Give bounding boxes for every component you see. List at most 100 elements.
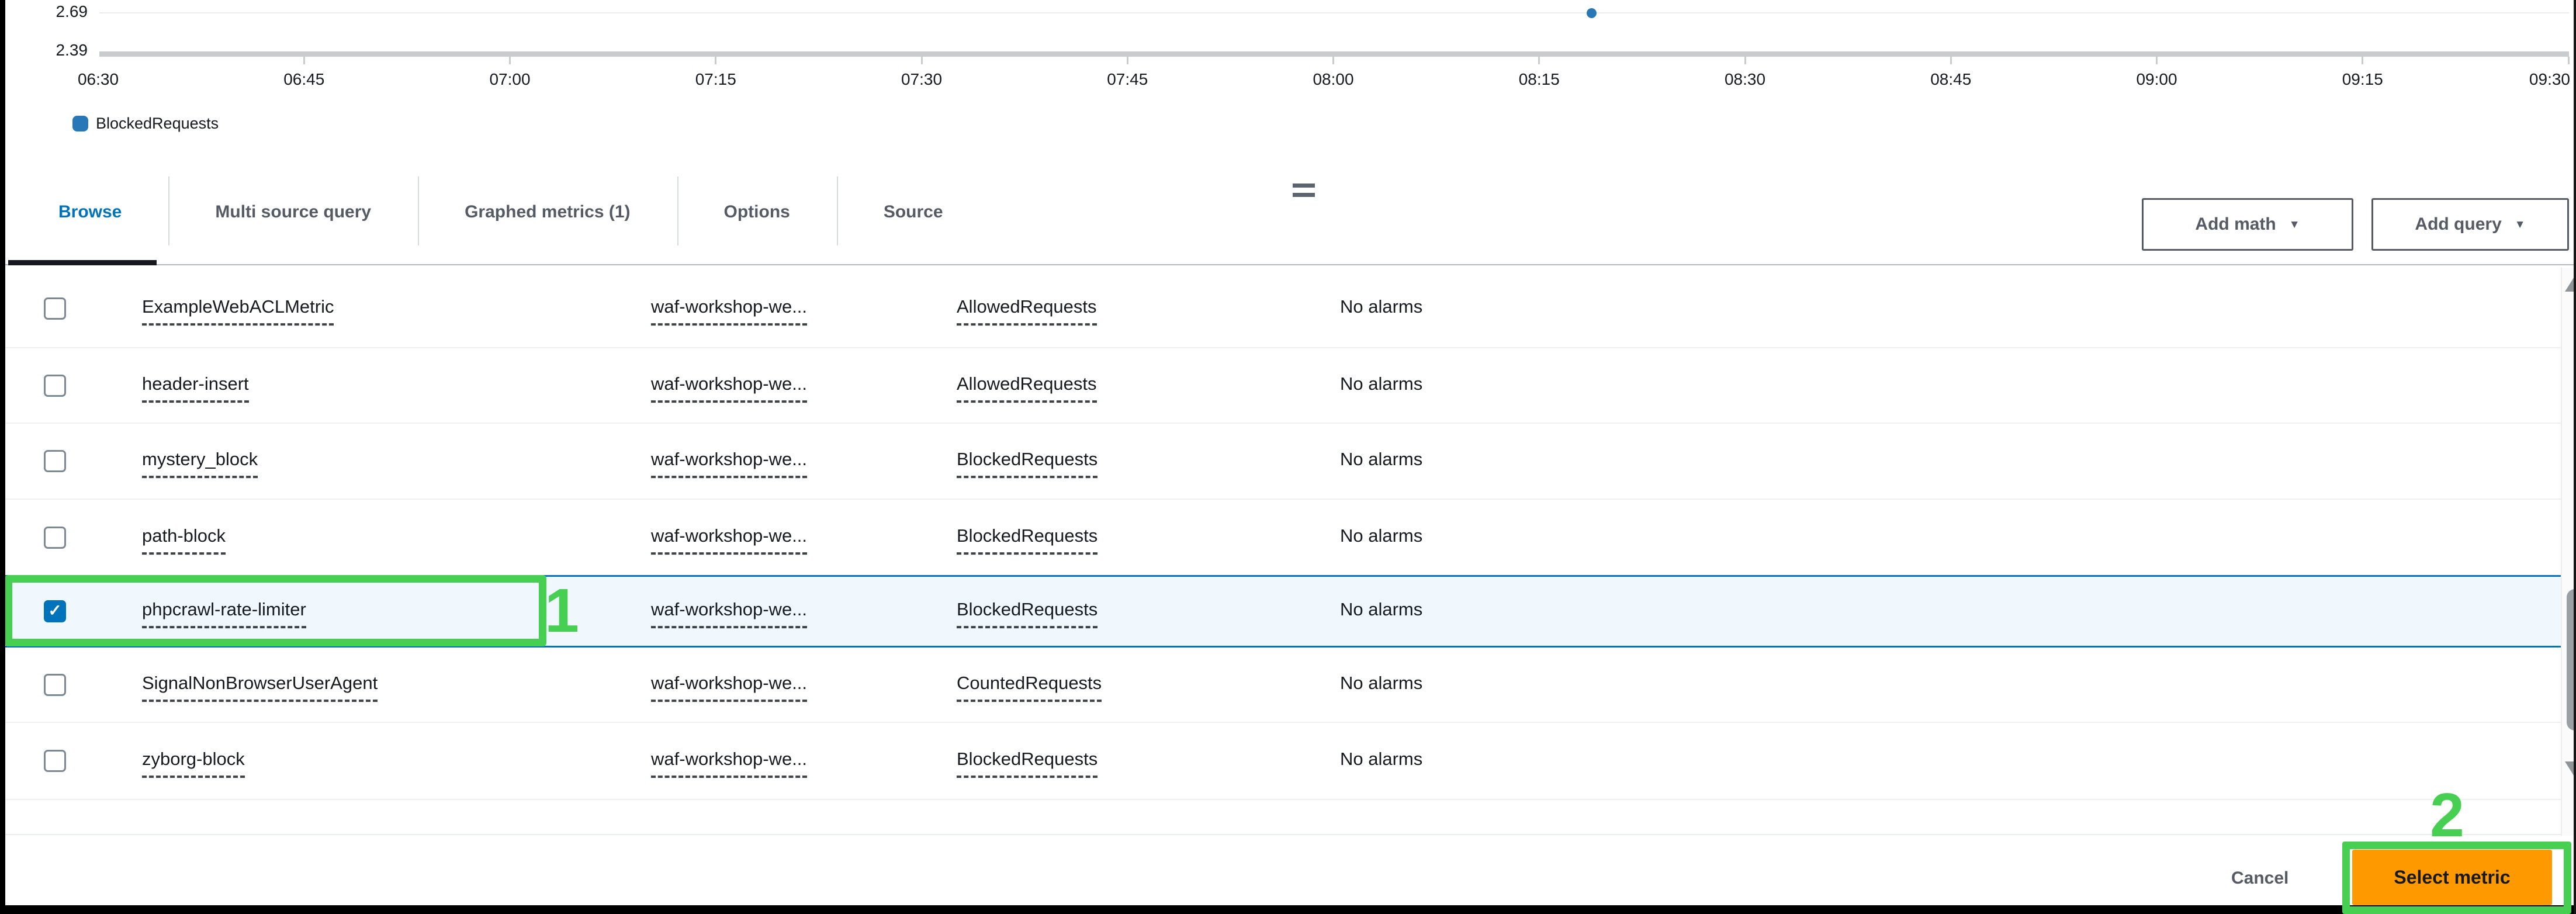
panel-resize-handle-icon[interactable] — [1293, 184, 1315, 197]
window-bottom-border — [0, 905, 2576, 914]
row-checkbox[interactable] — [44, 450, 66, 472]
chevron-down-icon: ▼ — [2514, 218, 2526, 231]
metric-dialog-tabs: Browse Multi source query Graphed metrics … — [12, 175, 990, 249]
metric-statistic-link[interactable]: BlockedRequests — [957, 449, 1098, 479]
tab-label: Multi source query — [215, 202, 372, 221]
dimension-value-link[interactable]: waf-workshop-we... — [651, 599, 808, 629]
x-axis-tick-label: 06:45 — [283, 70, 325, 88]
row-checkbox[interactable] — [44, 526, 66, 549]
tabbar-divider — [0, 264, 2576, 265]
row-checkbox[interactable] — [44, 600, 66, 622]
window-right-border — [2574, 0, 2576, 914]
alarm-status: No alarms — [1340, 296, 1423, 317]
tab-source[interactable]: Source — [836, 175, 990, 249]
data-point-marker — [1587, 8, 1597, 18]
x-axis-tick — [1126, 57, 1128, 64]
metric-statistic-link[interactable]: BlockedRequests — [957, 599, 1098, 629]
tab-graphed-metrics-1[interactable]: Graphed metrics (1) — [418, 175, 677, 249]
alarm-status: No alarms — [1340, 525, 1423, 546]
window-left-border — [0, 0, 5, 914]
row-checkbox[interactable] — [44, 673, 66, 696]
select-metric-dialog: 2.69 2.39 06:30 06:45 07:00 07:15 07:30 07:45… — [0, 0, 2576, 914]
metric-name-link[interactable]: ExampleWebACLMetric — [142, 296, 334, 326]
cancel-button[interactable]: Cancel — [2231, 868, 2288, 888]
x-axis-tick-label: 07:00 — [489, 70, 531, 88]
tab-options[interactable]: Options — [677, 175, 837, 249]
chevron-down-icon: ▼ — [2288, 218, 2300, 231]
row-checkbox[interactable] — [44, 374, 66, 397]
x-axis-tick-label: 07:15 — [695, 70, 736, 88]
metric-statistic-link[interactable]: CountedRequests — [957, 672, 1102, 702]
x-axis-tick — [920, 57, 923, 64]
x-axis-tick — [1538, 57, 1540, 64]
metric-name-link[interactable]: header-insert — [142, 373, 249, 403]
footer-divider — [0, 834, 2576, 835]
x-axis-tick-label: 09:30 — [2529, 70, 2570, 88]
x-axis-tick — [2567, 57, 2570, 64]
dimension-value-link[interactable]: waf-workshop-we... — [651, 296, 808, 326]
add-query-button[interactable]: Add query ▼ — [2371, 198, 2569, 251]
legend-swatch-icon — [72, 116, 88, 131]
alarm-status: No alarms — [1340, 449, 1423, 470]
x-axis-tick-label: 09:15 — [2342, 70, 2383, 88]
row-checkbox[interactable] — [44, 297, 66, 320]
alarm-status: No alarms — [1340, 672, 1423, 693]
metric-name-link[interactable]: zyborg-block — [142, 749, 245, 778]
x-axis-tick — [1744, 57, 1746, 64]
active-tab-underline — [8, 260, 157, 265]
x-axis-tick-label: 08:15 — [1518, 70, 1560, 88]
x-axis-tick — [1950, 57, 1952, 64]
y-axis-label: 2.39 — [56, 41, 88, 59]
x-axis-tick-label: 08:00 — [1313, 70, 1354, 88]
legend-label: BlockedRequests — [96, 115, 219, 132]
add-math-button[interactable]: Add math ▼ — [2142, 198, 2353, 251]
dimension-value-link[interactable]: waf-workshop-we... — [651, 672, 808, 702]
tab-browse[interactable]: Browse — [12, 175, 168, 249]
table-row[interactable]: path-block waf-workshop-we... BlockedReq… — [5, 500, 2561, 575]
dimension-value-link[interactable]: waf-workshop-we... — [651, 749, 808, 778]
metric-statistic-link[interactable]: AllowedRequests — [957, 373, 1097, 403]
metric-statistic-link[interactable]: BlockedRequests — [957, 525, 1098, 555]
alarm-status: No alarms — [1340, 373, 1423, 394]
metric-statistic-link[interactable]: BlockedRequests — [957, 749, 1098, 778]
tab-label: Options — [723, 202, 790, 221]
dimension-value-link[interactable]: waf-workshop-we... — [651, 373, 808, 403]
metric-statistic-link[interactable]: AllowedRequests — [957, 296, 1097, 326]
y-axis-label: 2.69 — [56, 2, 88, 20]
chart-gridline — [99, 12, 2569, 13]
x-axis-tick-label: 09:00 — [2136, 70, 2177, 88]
table-row[interactable]: SignalNonBrowserUserAgent waf-workshop-w… — [5, 648, 2561, 723]
select-metric-button[interactable]: Select metric — [2352, 850, 2552, 905]
x-axis-tick — [1332, 57, 1334, 64]
chart-legend[interactable]: BlockedRequests — [72, 115, 219, 133]
metric-name-link[interactable]: SignalNonBrowserUserAgent — [142, 672, 378, 702]
alarm-status: No alarms — [1340, 749, 1423, 770]
x-axis-tick-label: 07:45 — [1107, 70, 1148, 88]
x-axis-tick-label: 08:45 — [1930, 70, 1972, 88]
tab-label: Browse — [58, 202, 122, 221]
x-axis-tick — [509, 57, 511, 64]
add-query-label: Add query — [2415, 214, 2502, 234]
alarm-status: No alarms — [1340, 599, 1423, 620]
x-axis-tick — [715, 57, 717, 64]
add-math-label: Add math — [2195, 214, 2276, 234]
tab-multi-source-query[interactable]: Multi source query — [168, 175, 418, 249]
metric-name-link[interactable]: mystery_block — [142, 449, 258, 479]
x-axis-tick-label: 07:30 — [901, 70, 943, 88]
metrics-table: ExampleWebACLMetric waf-workshop-we... A… — [5, 270, 2561, 800]
dimension-value-link[interactable]: waf-workshop-we... — [651, 449, 808, 479]
metric-name-link[interactable]: path-block — [142, 525, 226, 555]
x-axis-tick — [303, 57, 305, 64]
metric-name-link[interactable]: phpcrawl-rate-limiter — [142, 599, 306, 629]
x-axis-tick — [2156, 57, 2158, 64]
chart-x-axis-line — [99, 51, 2569, 57]
row-checkbox[interactable] — [44, 750, 66, 772]
x-axis-tick-label: 08:30 — [1724, 70, 1766, 88]
table-row[interactable]: phpcrawl-rate-limiter waf-workshop-we...… — [5, 575, 2561, 648]
table-row[interactable]: header-insert waf-workshop-we... Allowed… — [5, 348, 2561, 424]
table-row[interactable]: mystery_block waf-workshop-we... Blocked… — [5, 424, 2561, 500]
table-row[interactable]: zyborg-block waf-workshop-we... BlockedR… — [5, 723, 2561, 800]
tab-label: Graphed metrics (1) — [465, 202, 631, 221]
table-row[interactable]: ExampleWebACLMetric waf-workshop-we... A… — [5, 270, 2561, 348]
dimension-value-link[interactable]: waf-workshop-we... — [651, 525, 808, 555]
